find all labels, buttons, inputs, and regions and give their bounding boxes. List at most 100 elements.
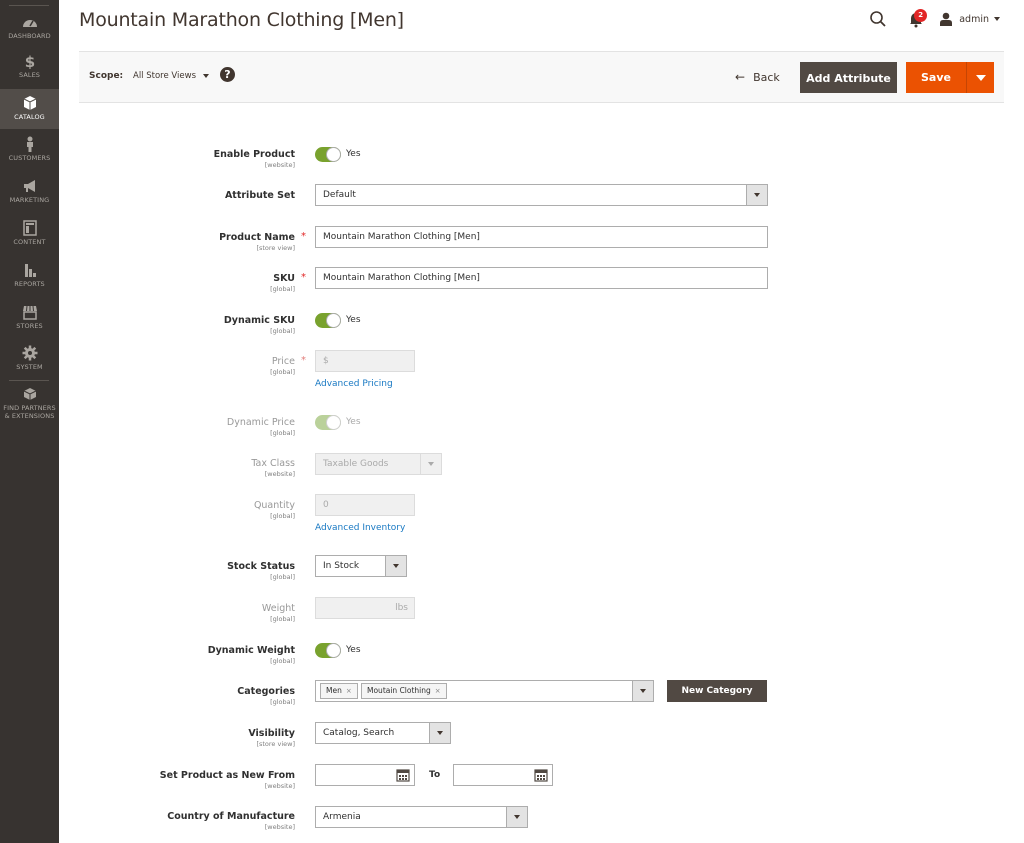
dynamic-sku-toggle[interactable] (315, 313, 341, 328)
sidebar-label: CUSTOMERS (8, 154, 51, 162)
tax-class-select: Taxable Goods (315, 453, 442, 475)
tax-class-label: Tax Class [website] (251, 458, 295, 478)
calendar-icon[interactable] (396, 768, 410, 782)
visibility-label: Visibility [store view] (248, 728, 295, 748)
sidebar-label: REPORTS (14, 280, 45, 288)
notification-badge: 2 (914, 9, 928, 22)
enable-product-toggle[interactable] (315, 147, 341, 162)
required-marker: * (301, 355, 306, 366)
sidebar-label: SYSTEM (16, 363, 43, 371)
country-label: Country of Manufacture [website] (167, 811, 295, 831)
stock-status-label: Stock Status [global] (227, 561, 295, 581)
sidebar-label: STORES (16, 322, 43, 330)
sidebar-label: CATALOG (14, 113, 45, 121)
required-marker: * (301, 231, 306, 242)
new-to-label: To (429, 770, 441, 780)
page-actions-toolbar: Scope: All Store Views ? ← Back Add Attr… (79, 51, 1004, 103)
sidebar-label: FIND PARTNERS & EXTENSIONS (3, 404, 56, 420)
attribute-set-select[interactable]: Default (315, 184, 768, 206)
sidebar-label: CONTENT (13, 238, 46, 246)
quantity-label: Quantity [global] (253, 500, 295, 520)
dynamic-price-toggle (315, 415, 341, 430)
sku-input[interactable]: Mountain Marathon Clothing [Men] (315, 267, 768, 289)
enable-product-label: Enable Product [website] (213, 149, 295, 169)
header-actions: 2 admin (869, 9, 1000, 29)
megaphone-icon (23, 180, 35, 192)
categories-label: Categories [global] (237, 686, 295, 706)
back-button[interactable]: ← Back (735, 70, 780, 84)
category-chip: Men × (320, 683, 358, 699)
weight-label: Weight [global] (261, 603, 295, 623)
calendar-icon[interactable] (534, 768, 548, 782)
back-label: Back (753, 70, 780, 84)
categories-multiselect[interactable]: Men × Moutain Clothing × (315, 680, 654, 702)
chevron-down-icon (994, 17, 1000, 21)
advanced-pricing-link[interactable]: Advanced Pricing (315, 379, 393, 389)
save-button[interactable]: Save (906, 62, 966, 93)
new-to-date-input[interactable] (453, 764, 553, 786)
caret-down-icon (976, 75, 986, 81)
chevron-down-icon (203, 74, 210, 78)
box-icon (23, 96, 36, 110)
product-name-label: Product Name [store view] (219, 232, 295, 252)
sidebar-item-content[interactable]: CONTENT (0, 220, 59, 254)
user-icon (940, 12, 953, 26)
advanced-inventory-link[interactable]: Advanced Inventory (315, 523, 405, 533)
price-input: $ (315, 350, 415, 372)
sidebar-item-catalog[interactable]: CATALOG (0, 89, 59, 129)
sidebar-item-customers[interactable]: CUSTOMERS (0, 136, 59, 170)
dynamic-price-value: Yes (346, 417, 361, 427)
attribute-set-label: Attribute Set (224, 190, 295, 201)
user-menu[interactable]: admin (939, 12, 1000, 26)
sidebar-item-reports[interactable]: REPORTS (0, 262, 59, 296)
sidebar-item-sales[interactable]: $ SALES (0, 53, 59, 87)
remove-icon[interactable]: × (435, 687, 441, 695)
sidebar-item-dashboard[interactable]: DASHBOARD (0, 14, 59, 46)
sidebar-label: SALES (18, 71, 41, 79)
dashboard-icon (22, 20, 37, 27)
dynamic-weight-value: Yes (346, 645, 361, 655)
required-marker: * (301, 272, 306, 283)
arrow-left-icon: ← (735, 70, 746, 84)
quantity-input: 0 (315, 494, 415, 516)
dynamic-sku-label: Dynamic SKU [global] (223, 315, 295, 335)
dynamic-weight-toggle[interactable] (315, 643, 341, 658)
svg-text:$: $ (24, 53, 34, 69)
caret-down-icon (754, 193, 760, 197)
admin-sidebar: DASHBOARD $ SALES CATALOG CUSTOMERS MARK… (0, 0, 59, 843)
search-icon[interactable] (869, 10, 887, 28)
remove-icon[interactable]: × (346, 687, 352, 695)
sidebar-divider (9, 5, 49, 6)
sidebar-item-system[interactable]: SYSTEM (0, 345, 59, 379)
add-attribute-button[interactable]: Add Attribute (800, 62, 897, 93)
sidebar-label: MARKETING (9, 196, 50, 204)
sidebar-divider (9, 380, 49, 381)
product-name-input[interactable]: Mountain Marathon Clothing [Men] (315, 226, 768, 248)
stock-status-select[interactable]: In Stock (315, 555, 407, 577)
sidebar-item-find-partners[interactable]: FIND PARTNERS & EXTENSIONS (0, 386, 59, 422)
gear-icon (22, 345, 37, 361)
layout-icon (22, 220, 37, 236)
dynamic-sku-value: Yes (346, 315, 361, 325)
new-category-button[interactable]: New Category (667, 680, 767, 702)
weight-input: lbs (315, 597, 415, 619)
scope-switcher[interactable]: All Store Views (133, 71, 210, 81)
enable-product-value: Yes (346, 149, 361, 159)
save-options-toggle[interactable] (966, 62, 994, 93)
new-from-date-input[interactable] (315, 764, 415, 786)
sku-label: SKU [global] (270, 273, 295, 293)
notifications-button[interactable]: 2 (907, 9, 928, 28)
caret-down-icon (393, 564, 399, 568)
person-icon (26, 136, 33, 152)
help-icon[interactable]: ? (220, 67, 235, 82)
country-select[interactable]: Armenia (315, 806, 528, 828)
new-from-label: Set Product as New From [website] (159, 770, 295, 790)
page-title: Mountain Marathon Clothing [Men] (79, 9, 404, 31)
visibility-select[interactable]: Catalog, Search (315, 722, 451, 744)
sidebar-item-stores[interactable]: STORES (0, 304, 59, 338)
scope-label: Scope: (89, 71, 124, 81)
caret-down-icon (428, 462, 434, 466)
price-label: Price [global] (270, 356, 295, 376)
caret-down-icon (514, 815, 520, 819)
sidebar-item-marketing[interactable]: MARKETING (0, 178, 59, 212)
